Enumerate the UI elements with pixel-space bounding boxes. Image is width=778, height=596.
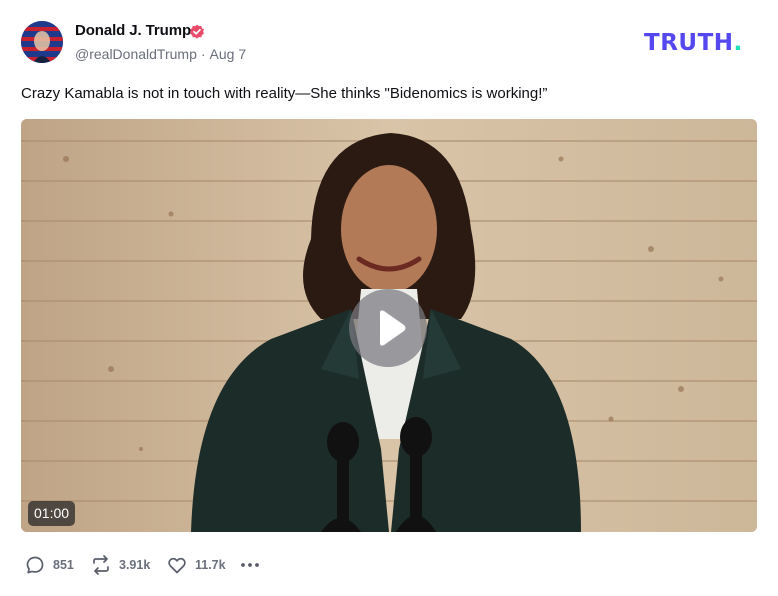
retruth-button[interactable]: 3.91k [90,552,150,578]
like-count: 11.7k [195,558,226,572]
reply-icon [26,556,44,574]
brand-dot: . [733,30,743,56]
author-meta: @realDonaldTrump · Aug 7 [75,46,246,62]
like-button[interactable]: 11.7k [166,552,226,578]
post-text: Crazy Kamabla is not in touch with reali… [21,85,548,102]
truth-post: Donald J. Trump @realDonaldTrump · Aug 7 T… [0,0,778,596]
more-options-button[interactable] [239,552,261,578]
author-name[interactable]: Donald J. Trump [75,22,191,39]
video-player[interactable]: 01:00 [21,119,757,532]
meta-separator: · [200,46,206,62]
verified-badge-icon [190,24,204,39]
like-icon [168,557,186,574]
author-avatar[interactable] [21,21,63,63]
truth-logo[interactable]: TRUTH. [644,30,743,56]
play-icon [380,310,406,346]
play-button[interactable] [349,289,427,367]
more-icon [241,563,259,567]
reply-count: 851 [53,558,74,572]
brand-name: TRUTH [644,30,734,56]
retruth-icon [93,555,109,575]
post-date[interactable]: Aug 7 [210,46,247,62]
video-duration: 01:00 [28,501,76,526]
author-handle[interactable]: @realDonaldTrump [75,46,197,62]
reply-button[interactable]: 851 [24,552,74,578]
retruth-count: 3.91k [119,558,151,572]
